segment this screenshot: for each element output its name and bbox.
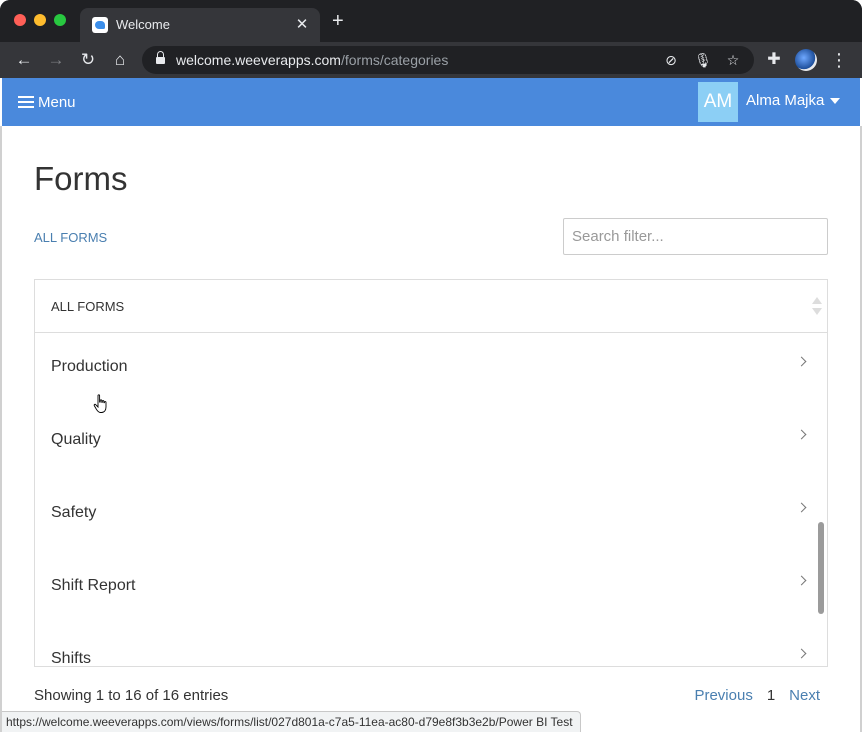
breadcrumb-all-forms[interactable]: ALL FORMS: [34, 230, 107, 245]
table-row[interactable]: Quality: [35, 407, 827, 480]
tab-strip: Welcome ✕ +: [0, 0, 862, 42]
hamburger-icon: [18, 96, 34, 108]
chevron-right-icon[interactable]: [796, 429, 807, 440]
row-label[interactable]: Production: [51, 358, 128, 376]
chevron-right-icon[interactable]: [796, 356, 807, 367]
sort-icon[interactable]: [811, 297, 823, 317]
browser-tab[interactable]: Welcome ✕: [80, 8, 320, 42]
row-label[interactable]: Safety: [51, 504, 96, 522]
row-label[interactable]: Quality: [51, 431, 101, 449]
lock-icon[interactable]: [156, 51, 165, 65]
url-text[interactable]: welcome.weeverapps.com/forms/categories: [176, 52, 448, 68]
new-tab-button[interactable]: +: [332, 11, 344, 31]
column-header-all-forms[interactable]: ALL FORMS: [51, 299, 124, 314]
close-window-button[interactable]: [14, 14, 26, 26]
extensions-puzzle-icon[interactable]: ✚: [764, 50, 784, 70]
weever-favicon-icon: [92, 17, 108, 33]
chevron-right-icon[interactable]: [796, 575, 807, 586]
reload-icon[interactable]: ↻: [78, 50, 98, 70]
table-scrollbar-thumb[interactable]: [818, 522, 824, 614]
current-page-number[interactable]: 1: [767, 687, 775, 704]
back-icon[interactable]: ←: [14, 50, 34, 70]
chevron-right-icon[interactable]: [796, 502, 807, 513]
profile-avatar-icon[interactable]: [795, 49, 817, 71]
forms-table: ALL FORMS Production Quality Safety Shif…: [34, 279, 828, 667]
maximize-window-button[interactable]: [54, 14, 66, 26]
table-row[interactable]: Safety: [35, 480, 827, 553]
home-icon[interactable]: ⌂: [110, 50, 130, 70]
user-name: Alma Majka: [746, 92, 825, 109]
pagination: Previous 1 Next: [694, 687, 820, 704]
row-label[interactable]: Shifts: [51, 650, 91, 666]
next-page-button[interactable]: Next: [789, 687, 820, 704]
browser-menu-icon[interactable]: ⋮: [830, 49, 848, 71]
camera-blocked-icon[interactable]: ⊘: [662, 51, 680, 69]
menu-button[interactable]: Menu: [18, 92, 76, 112]
page-title: Forms: [34, 160, 128, 197]
browser-toolbar: ← → ↻ ⌂ welcome.weeverapps.com/forms/cat…: [0, 42, 862, 78]
table-row[interactable]: Production: [35, 334, 827, 407]
menu-label: Menu: [38, 93, 76, 111]
table-row[interactable]: Shift Report: [35, 553, 827, 626]
minimize-window-button[interactable]: [34, 14, 46, 26]
bookmark-star-icon[interactable]: ☆: [724, 51, 742, 69]
close-tab-icon[interactable]: ✕: [294, 15, 310, 33]
forward-icon[interactable]: →: [46, 50, 66, 70]
previous-page-button[interactable]: Previous: [694, 687, 752, 704]
table-row[interactable]: Shifts: [35, 626, 827, 666]
entries-info: Showing 1 to 16 of 16 entries: [34, 687, 229, 704]
url-host: welcome.weeverapps.com: [176, 52, 341, 68]
microphone-icon[interactable]: 🎙: [694, 51, 712, 69]
table-header[interactable]: ALL FORMS: [35, 280, 827, 333]
chevron-right-icon[interactable]: [796, 648, 807, 659]
tab-title: Welcome: [116, 17, 170, 32]
link-status-bar: https://welcome.weeverapps.com/views/for…: [2, 711, 581, 732]
address-bar[interactable]: welcome.weeverapps.com/forms/categories …: [142, 46, 754, 74]
app-header: Menu AM Alma Majka: [2, 78, 860, 126]
row-label[interactable]: Shift Report: [51, 577, 135, 595]
caret-down-icon: [830, 97, 841, 104]
user-menu-button[interactable]: Alma Majka: [746, 92, 841, 109]
search-filter-input[interactable]: [563, 218, 828, 255]
hand-pointer-cursor-icon: [93, 394, 107, 413]
url-path: /forms/categories: [340, 52, 449, 68]
avatar[interactable]: AM: [698, 82, 738, 122]
